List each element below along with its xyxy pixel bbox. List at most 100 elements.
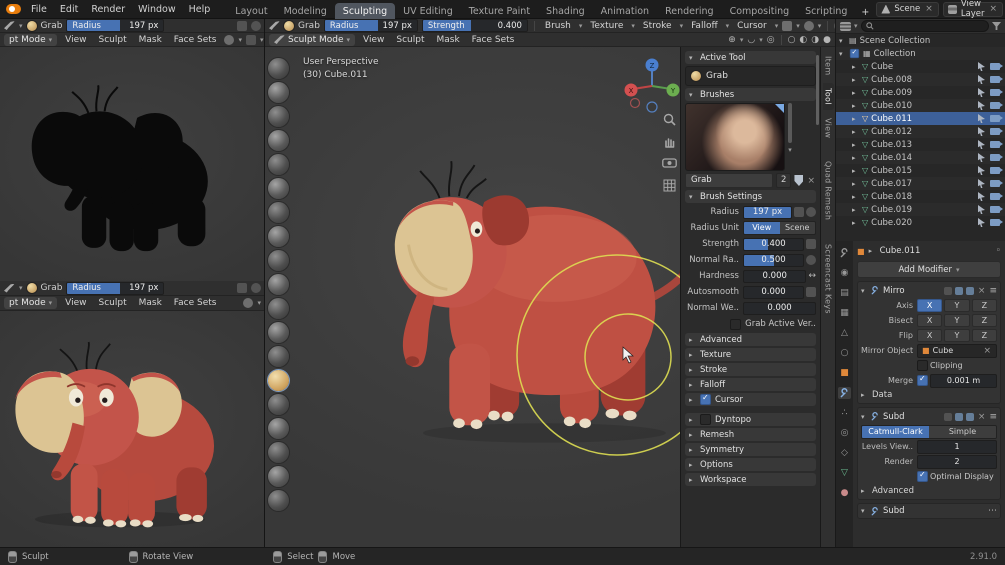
falloff-shape-dropdown-icon[interactable] (804, 21, 814, 31)
menu-mask[interactable]: Mask (135, 298, 166, 308)
render-visibility-icon[interactable] (990, 76, 1000, 83)
properties-tab-material[interactable]: ● (838, 487, 851, 499)
selectable-icon[interactable] (978, 127, 985, 136)
outliner-item[interactable]: ▸ ▽ Cube.008 (836, 73, 1005, 86)
expand-icon[interactable]: ▸ (852, 206, 859, 214)
viewport-bottom-left[interactable] (0, 311, 265, 547)
merge-value-field[interactable]: 0.001 m (930, 374, 997, 388)
header-option-icon[interactable] (237, 283, 247, 293)
dyntopo-checkbox[interactable] (700, 414, 711, 425)
mask-dropdown-icon[interactable] (246, 35, 256, 45)
render-visibility-icon[interactable] (990, 219, 1000, 226)
merge-checkbox[interactable] (917, 375, 928, 386)
render-visibility-icon[interactable] (990, 154, 1000, 161)
section-falloff[interactable]: ▸ Falloff (685, 378, 816, 391)
tab-rendering[interactable]: Rendering (657, 3, 722, 19)
mode-dropdown[interactable]: pt Mode ▾ (4, 297, 57, 309)
proportional-edit-icon[interactable]: ◎ (767, 35, 775, 45)
axis-z-button[interactable]: Z (972, 299, 997, 312)
expand-icon[interactable]: ▸ (852, 128, 859, 136)
falloff-dropdown-icon[interactable] (224, 35, 234, 45)
brush-gallery-scrollbar[interactable] (788, 103, 792, 143)
menu-texture[interactable]: Texture (586, 21, 627, 31)
optimal-display-checkbox[interactable] (917, 471, 928, 482)
render-visibility-icon[interactable] (990, 206, 1000, 213)
invert-to-scrape-icon[interactable]: ↔ (808, 271, 816, 281)
editor-type-icon[interactable] (840, 22, 851, 31)
render-visibility-icon[interactable] (990, 180, 1000, 187)
editor-type-icon[interactable] (269, 21, 280, 30)
flip-z-button[interactable]: Z (972, 329, 997, 342)
section-workspace[interactable]: ▸ Workspace (685, 473, 816, 486)
menu-cursor[interactable]: Cursor (733, 21, 771, 31)
section-stroke[interactable]: ▸ Stroke (685, 363, 816, 376)
zoom-icon[interactable] (663, 113, 676, 126)
sidebar-tab-item[interactable]: Item (823, 51, 834, 80)
menu-view[interactable]: View (61, 35, 90, 45)
bisect-y-button[interactable]: Y (944, 314, 969, 327)
expand-icon[interactable]: ▸ (852, 167, 859, 175)
menu-edit[interactable]: Edit (54, 3, 84, 16)
section-options[interactable]: ▸ Options (685, 458, 816, 471)
properties-tab-output[interactable]: ▤ (838, 287, 851, 299)
radius-slider[interactable]: Radius 197 px (66, 19, 164, 32)
selectable-icon[interactable] (978, 166, 985, 175)
menu-window[interactable]: Window (132, 3, 181, 16)
viewport-top-left[interactable] (0, 47, 265, 281)
expand-icon[interactable]: ▸ (852, 154, 859, 162)
selectable-icon[interactable] (978, 205, 985, 214)
outliner-item-selected[interactable]: ▸ ▽ Cube.011 (836, 112, 1005, 125)
bisect-x-button[interactable]: X (917, 314, 942, 327)
options-icon[interactable] (806, 255, 816, 265)
properties-tab-view-layer[interactable]: ▦ (838, 307, 851, 319)
radius-slider[interactable]: 197 px (743, 206, 792, 219)
selectable-icon[interactable] (978, 75, 985, 84)
render-visibility-icon[interactable] (990, 115, 1000, 122)
menu-view[interactable]: View (61, 298, 90, 308)
outliner-item[interactable]: ▸ ▽ Cube.015 (836, 164, 1005, 177)
radius-slider[interactable]: Radius 197 px (66, 282, 164, 295)
unlink-brush-icon[interactable]: × (806, 176, 816, 186)
tab-uv-editing[interactable]: UV Editing (395, 3, 461, 19)
brush-thumbnail[interactable] (685, 103, 785, 171)
pressure-icon[interactable] (794, 207, 804, 217)
outliner-item[interactable]: ▸ ▽ Cube.018 (836, 190, 1005, 203)
properties-tab-constraints[interactable]: ◇ (838, 447, 851, 459)
menu-stroke[interactable]: Stroke (639, 21, 676, 31)
partial-modifier-header[interactable]: ▾ Subd ⋯ (861, 506, 997, 516)
menu-face-sets[interactable]: Face Sets (468, 35, 519, 45)
render-levels-field[interactable]: 2 (917, 455, 997, 469)
show-gizmo-icon[interactable]: ○ (788, 35, 796, 45)
menu-mask[interactable]: Mask (432, 35, 463, 45)
outliner-item[interactable]: ▸ ▽ Cube.014 (836, 151, 1005, 164)
selectable-icon[interactable] (978, 179, 985, 188)
expand-icon[interactable]: ▸ (852, 141, 859, 149)
fake-user-shield-icon[interactable] (794, 175, 803, 186)
render-visibility-icon[interactable] (990, 167, 1000, 174)
properties-tab-object-data[interactable]: ▽ (838, 467, 851, 479)
outliner-item[interactable]: ▸ ▽ Cube.019 (836, 203, 1005, 216)
section-advanced[interactable]: ▸ Advanced (685, 333, 816, 346)
grab-active-checkbox[interactable] (730, 319, 741, 330)
section-brush-settings[interactable]: ▾ Brush Settings (685, 190, 816, 203)
render-visibility-icon[interactable] (990, 128, 1000, 135)
data-subpanel[interactable]: ▸ Data (861, 389, 997, 401)
outliner-item[interactable]: ▸ ▽ Cube.010 (836, 99, 1005, 112)
selectable-icon[interactable] (978, 101, 985, 110)
outliner-collection[interactable]: ▾ ▦ Collection (836, 47, 1005, 60)
catmull-clark-button[interactable]: Catmull-Clark (862, 426, 929, 438)
editor-type-icon[interactable] (4, 21, 15, 30)
brush-users-count[interactable]: 2 (776, 173, 791, 188)
expand-icon[interactable]: ▸ (852, 180, 859, 188)
elephant-model-front[interactable] (8, 329, 223, 544)
collection-checkbox[interactable] (850, 49, 859, 58)
bisect-z-button[interactable]: Z (972, 314, 997, 327)
flip-y-button[interactable]: Y (944, 329, 969, 342)
properties-tab-object[interactable]: ■ (838, 367, 851, 379)
properties-tab-tool[interactable] (838, 247, 851, 259)
menu-help[interactable]: Help (183, 3, 217, 16)
add-modifier-button[interactable]: Add Modifier ▾ (857, 261, 1001, 278)
expand-icon[interactable]: ▸ (852, 102, 859, 110)
axis-y-button[interactable]: Y (944, 299, 969, 312)
levels-viewport-field[interactable]: 1 (917, 440, 997, 454)
